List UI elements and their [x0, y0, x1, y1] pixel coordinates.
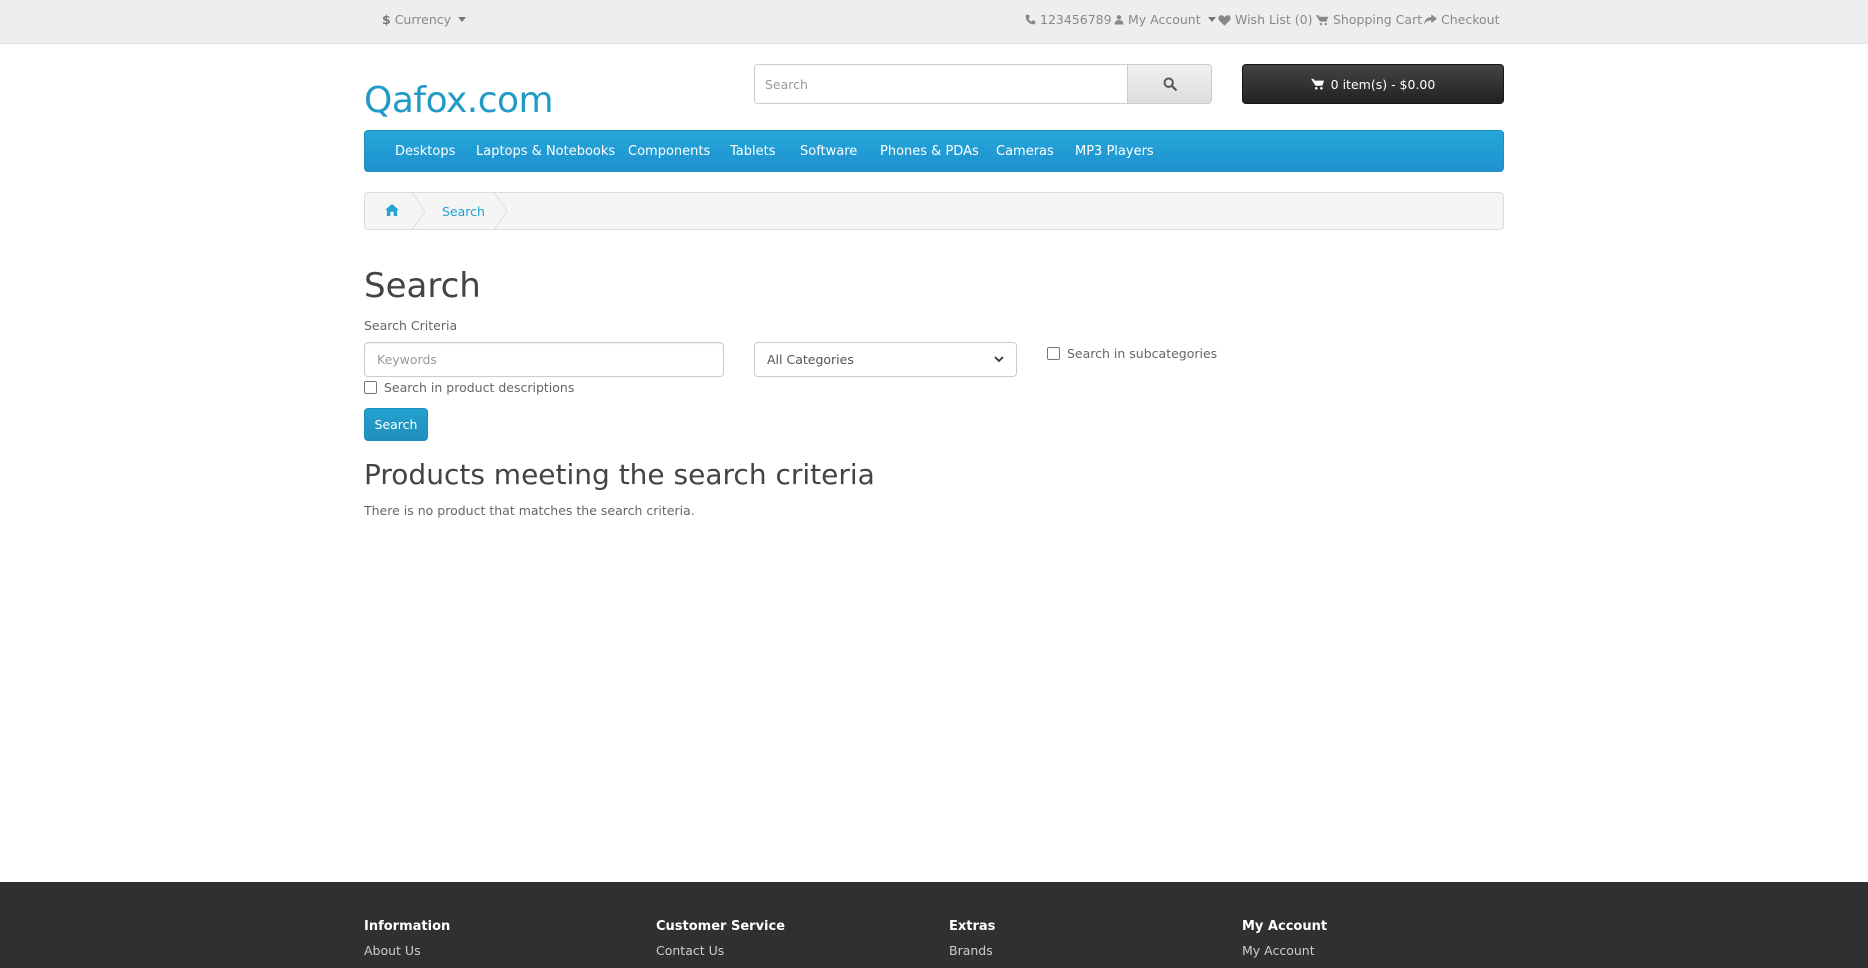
- menu-item-mp3-players[interactable]: MP3 Players: [1075, 144, 1154, 159]
- results-title: Products meeting the search criteria: [364, 458, 875, 491]
- cart-button[interactable]: 0 item(s) - $0.00: [1242, 64, 1504, 104]
- wishlist-label: Wish List (0): [1235, 12, 1313, 27]
- phone-link[interactable]: 123456789: [1025, 12, 1112, 27]
- heart-icon: [1218, 14, 1231, 26]
- breadcrumb-separator: [412, 193, 426, 229]
- shopping-cart-icon: [1310, 78, 1324, 90]
- footer-column-extras: Extras Brands: [949, 919, 995, 958]
- cart-total: 0 item(s) - $0.00: [1330, 76, 1436, 92]
- keywords-input[interactable]: [364, 342, 724, 377]
- menu-item-phones-pdas[interactable]: Phones & PDAs: [880, 144, 979, 159]
- wishlist-link[interactable]: Wish List (0): [1218, 12, 1313, 27]
- no-results-message: There is no product that matches the sea…: [364, 503, 695, 518]
- subcategories-label: Search in subcategories: [1067, 346, 1218, 361]
- page-title: Search: [364, 266, 481, 306]
- currency-label: Currency: [394, 12, 452, 27]
- footer-link-my-account[interactable]: My Account: [1242, 943, 1327, 958]
- checkout-label: Checkout: [1441, 12, 1500, 27]
- footer-column-my-account: My Account My Account: [1242, 919, 1327, 958]
- category-select-value: All Categories: [767, 352, 854, 367]
- footer-column-customer-service: Customer Service Contact Us: [656, 919, 785, 958]
- shopping-cart-label: Shopping Cart: [1333, 12, 1423, 27]
- share-icon: [1424, 14, 1437, 25]
- header-search-input[interactable]: [754, 64, 1128, 104]
- site-logo[interactable]: Qafox.com: [364, 80, 554, 121]
- menu-item-laptops-notebooks[interactable]: Laptops & Notebooks: [476, 144, 615, 159]
- subcategories-checkbox-box[interactable]: [1047, 347, 1060, 360]
- caret-down-icon: [1207, 17, 1216, 22]
- footer-heading: My Account: [1242, 919, 1328, 934]
- footer-link-about-us[interactable]: About Us: [364, 943, 450, 958]
- user-icon: [1114, 15, 1124, 25]
- breadcrumb-home[interactable]: [385, 204, 399, 219]
- phone-icon: [1025, 14, 1036, 25]
- my-account-label: My Account: [1128, 12, 1201, 27]
- shopping-cart-icon: [1316, 14, 1329, 25]
- footer-link-contact-us[interactable]: Contact Us: [656, 943, 785, 958]
- menu-item-components[interactable]: Components: [628, 144, 710, 159]
- menu-item-software[interactable]: Software: [800, 144, 857, 159]
- category-select[interactable]: All Categories: [754, 342, 1017, 377]
- footer-heading: Information: [364, 919, 451, 934]
- search-icon: [1163, 77, 1177, 91]
- shopping-cart-link[interactable]: Shopping Cart: [1316, 12, 1422, 27]
- descriptions-label: Search in product descriptions: [384, 380, 575, 395]
- search-button[interactable]: Search: [364, 408, 428, 441]
- category-menu: Desktops Laptops & Notebooks Components …: [364, 130, 1504, 172]
- footer-heading: Customer Service: [656, 919, 786, 934]
- breadcrumb: Search: [364, 192, 1504, 230]
- descriptions-checkbox-box[interactable]: [364, 381, 377, 394]
- descriptions-checkbox[interactable]: Search in product descriptions: [364, 380, 574, 395]
- search-criteria-label: Search Criteria: [364, 318, 458, 333]
- subcategories-checkbox[interactable]: Search in subcategories: [1047, 346, 1217, 361]
- my-account-dropdown[interactable]: My Account: [1114, 12, 1216, 27]
- dollar-icon: $: [382, 12, 391, 27]
- footer-link-brands[interactable]: Brands: [949, 943, 995, 958]
- footer: Information About Us Customer Service Co…: [0, 882, 1868, 968]
- caret-down-icon: [458, 17, 467, 22]
- top-bar: $ Currency 123456789 My Account Wish Lis…: [0, 0, 1868, 44]
- menu-item-desktops[interactable]: Desktops: [395, 144, 455, 159]
- header-search: [754, 64, 1212, 104]
- checkout-link[interactable]: Checkout: [1424, 12, 1499, 27]
- currency-dropdown[interactable]: $ Currency: [382, 12, 467, 27]
- footer-column-information: Information About Us: [364, 919, 450, 958]
- menu-item-cameras[interactable]: Cameras: [996, 144, 1054, 159]
- breadcrumb-item-search[interactable]: Search: [442, 204, 485, 219]
- chevron-down-icon: [994, 356, 1004, 363]
- phone-number: 123456789: [1040, 12, 1112, 27]
- header-search-button[interactable]: [1128, 64, 1212, 104]
- breadcrumb-separator: [494, 193, 508, 229]
- menu-item-tablets[interactable]: Tablets: [730, 144, 776, 159]
- home-icon: [385, 204, 399, 216]
- footer-heading: Extras: [949, 919, 996, 934]
